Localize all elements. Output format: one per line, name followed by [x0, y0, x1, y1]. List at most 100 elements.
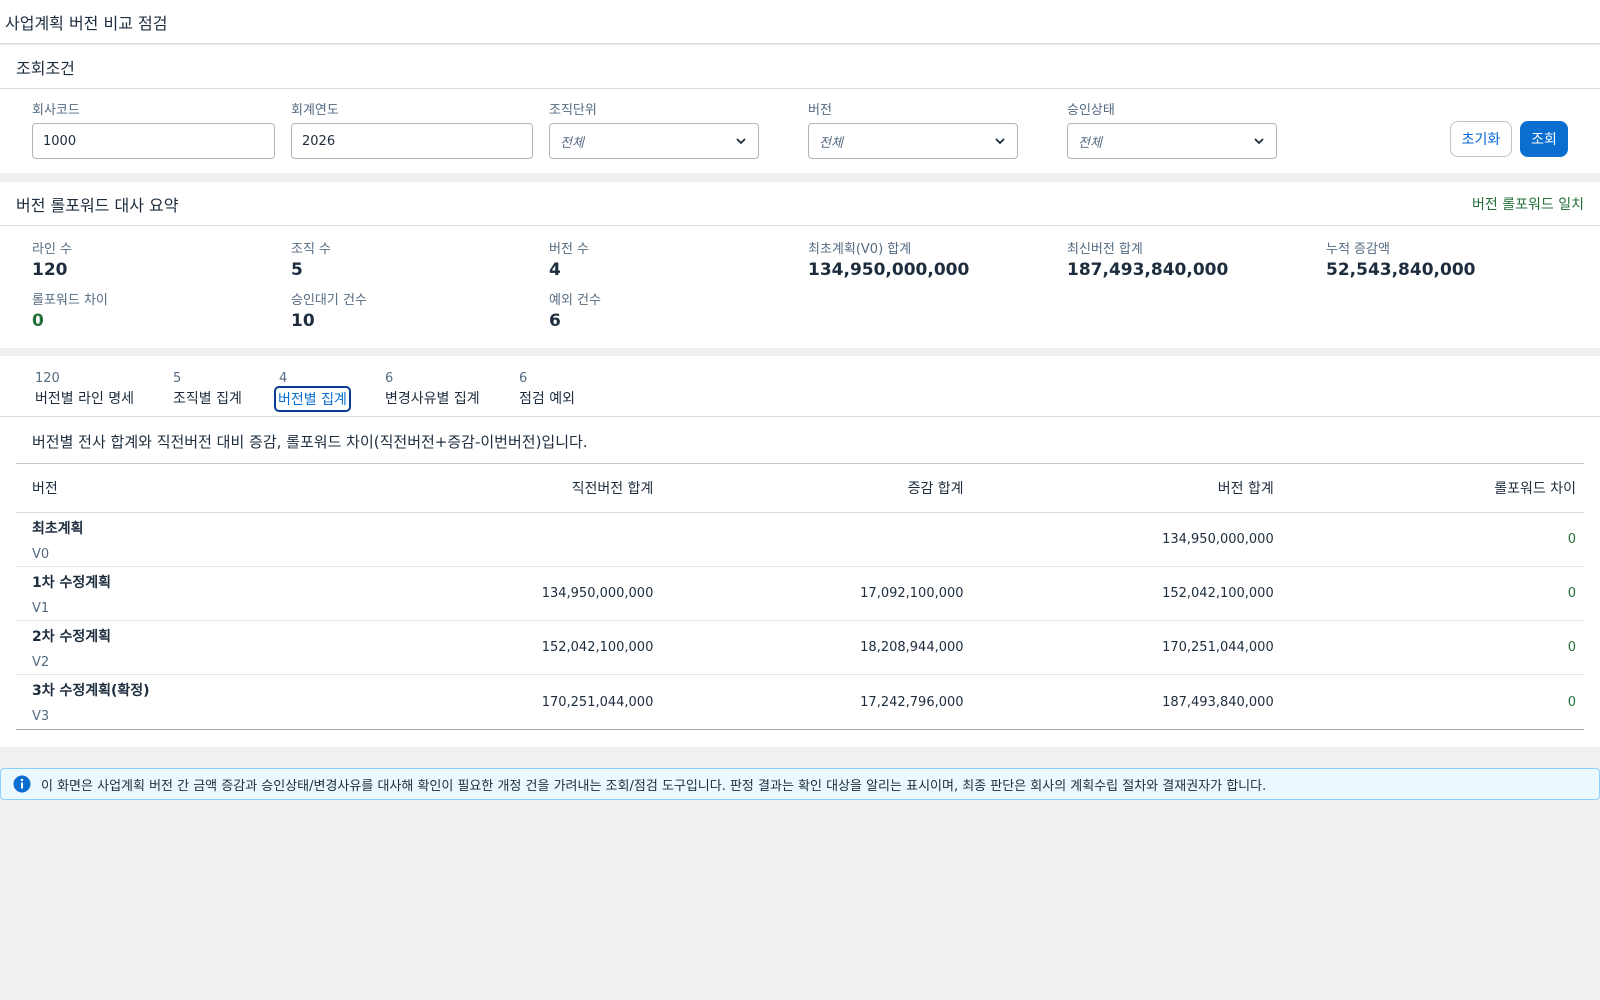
approval-status-value: 전체	[1078, 135, 1102, 151]
tab-reason-summary[interactable]: 6 변경사유별 집계	[385, 371, 480, 408]
version-label: 버전	[808, 103, 832, 118]
version-summary-table: 버전 직전버전 합계 증감 합계 버전 합계 롤포워드 차이 최초계획 V0 1…	[16, 463, 1584, 730]
tab-label: 변경사유별 집계	[385, 391, 480, 407]
delta-total-cell: 18,208,944,000	[860, 640, 964, 655]
kpi-value: 52,543,840,000	[1326, 260, 1476, 280]
summary-title-text: 버전 롤포워드 대사 요약	[16, 195, 179, 215]
tab-version-summary[interactable]: 4 버전별 집계	[274, 371, 353, 424]
kpi-versions: 버전 수 4	[549, 238, 589, 280]
kpi-value: 120	[32, 260, 68, 280]
chevron-down-icon	[1254, 138, 1264, 145]
kpi-label: 누적 증감액	[1326, 242, 1390, 257]
column-header-rollforward-diff[interactable]: 롤포워드 차이	[1274, 478, 1584, 498]
rollforward-status-link[interactable]: 버전 롤포워드 일치	[1472, 194, 1584, 214]
company-code-label: 회사코드	[32, 103, 80, 118]
version-name: 3차 수정계획(확정)	[32, 683, 150, 699]
kpi-value: 187,493,840,000	[1067, 260, 1229, 280]
version-code: V3	[32, 709, 50, 724]
tab-label: 점검 예외	[519, 391, 575, 407]
kpi-value: 6	[549, 311, 561, 331]
tab-count: 120	[35, 371, 60, 386]
reset-button[interactable]: 초기화	[1450, 121, 1512, 157]
approval-status-field: 승인상태 전체	[1067, 99, 1277, 159]
filter-panel-title: 조회조건	[0, 45, 1600, 89]
version-total-cell: 187,493,840,000	[1162, 694, 1274, 710]
kpi-label: 승인대기 건수	[291, 293, 367, 308]
kpi-rollforward-diff: 롤포워드 차이 0	[32, 289, 108, 331]
prev-total-cell: 134,950,000,000	[541, 586, 654, 601]
tab-label: 버전별 라인 명세	[35, 391, 135, 407]
kpi-label: 최신버전 합계	[1067, 242, 1143, 257]
kpi-label: 롤포워드 차이	[32, 293, 108, 308]
table-header: 버전 직전버전 합계 증감 합계 버전 합계 롤포워드 차이	[16, 464, 1584, 513]
kpi-value: 10	[291, 311, 315, 331]
company-code-value: 1000	[43, 133, 77, 149]
table-row[interactable]: 최초계획 V0 134,950,000,000 0	[16, 513, 1584, 567]
rollforward-diff-cell: 0	[1567, 694, 1576, 710]
org-unit-field: 조직단위 전체	[549, 99, 759, 159]
version-summary-panel: 버전별 전사 합계와 직전버전 대비 증감, 롤포워드 차이(직전버전+증감-이…	[0, 417, 1600, 747]
tab-count: 4	[279, 371, 288, 386]
version-name: 1차 수정계획	[32, 574, 112, 591]
column-header-version-total[interactable]: 버전 합계	[964, 478, 1274, 498]
version-total-cell: 134,950,000,000	[1162, 532, 1274, 547]
kpi-pending: 승인대기 건수 10	[291, 289, 367, 331]
kpi-value: 4	[549, 260, 561, 280]
org-unit-value: 전체	[560, 135, 584, 151]
panel-description: 버전별 전사 합계와 직전버전 대비 증감, 롤포워드 차이(직전버전+증감-이…	[32, 433, 588, 451]
tab-label: 조직별 집계	[173, 391, 242, 407]
approval-status-select[interactable]: 전체	[1067, 123, 1277, 159]
kpi-label: 예외 건수	[549, 293, 601, 308]
table-row[interactable]: 3차 수정계획(확정) V3 170,251,044,000 17,242,79…	[16, 675, 1584, 729]
kpi-label: 최초계획(V0) 합계	[808, 242, 912, 257]
rollforward-diff-cell: 0	[1567, 640, 1576, 655]
kpi-latest-total: 최신버전 합계 187,493,840,000	[1067, 238, 1228, 280]
info-icon	[13, 775, 31, 793]
tab-org-summary[interactable]: 5 조직별 집계	[173, 371, 242, 408]
table-row[interactable]: 2차 수정계획 V2 152,042,100,000 18,208,944,00…	[16, 621, 1584, 675]
kpi-label: 라인 수	[32, 242, 73, 257]
filter-panel: 조회조건 회사코드 1000 회계연도 2026 조직단위 전체 버전 전체 승…	[0, 45, 1600, 173]
prev-total-cell: 152,042,100,000	[541, 640, 654, 655]
version-code: V0	[32, 546, 50, 562]
org-unit-select[interactable]: 전체	[549, 123, 759, 159]
version-name: 2차 수정계획	[32, 628, 112, 645]
page-title: 사업계획 버전 비교 점검	[0, 0, 1600, 44]
kpi-label: 버전 수	[549, 242, 590, 257]
version-name: 최초계획	[32, 520, 84, 537]
kpi-cumulative: 누적 증감액 52,543,840,000	[1326, 238, 1476, 280]
tab-count: 6	[519, 371, 528, 386]
rollforward-diff-cell: 0	[1567, 532, 1576, 547]
kpi-orgs: 조직 수 5	[291, 238, 331, 280]
version-cell: 2차 수정계획 V2	[16, 626, 343, 670]
version-select[interactable]: 전체	[808, 123, 1018, 159]
filter-title-text: 조회조건	[16, 58, 75, 78]
column-header-prev-total[interactable]: 직전버전 합계	[343, 478, 654, 498]
version-value: 전체	[819, 135, 843, 151]
fiscal-year-input[interactable]: 2026	[291, 123, 533, 159]
tab-count: 6	[385, 371, 394, 386]
version-cell: 최초계획 V0	[16, 518, 343, 562]
fiscal-year-value: 2026	[302, 133, 336, 149]
tab-count: 5	[173, 371, 182, 386]
tab-label: 버전별 집계	[274, 386, 351, 412]
tab-check-exceptions[interactable]: 6 점검 예외	[519, 371, 575, 408]
column-header-delta-total[interactable]: 증감 합계	[653, 478, 964, 498]
kpi-exceptions: 예외 건수 6	[549, 289, 601, 331]
fiscal-year-field: 회계연도 2026	[291, 99, 533, 159]
table-row[interactable]: 1차 수정계획 V1 134,950,000,000 17,092,100,00…	[16, 567, 1584, 621]
rollforward-diff-cell: 0	[1567, 586, 1576, 601]
tab-bar: 120 버전별 라인 명세 5 조직별 집계 4 버전별 집계 6 변경사유별 …	[0, 356, 1600, 424]
summary-panel-title: 버전 롤포워드 대사 요약 버전 롤포워드 일치	[0, 182, 1600, 226]
kpi-label: 조직 수	[291, 242, 332, 257]
chevron-down-icon	[736, 138, 746, 145]
chevron-down-icon	[995, 138, 1005, 145]
column-header-version[interactable]: 버전	[16, 478, 343, 498]
search-button[interactable]: 조회	[1520, 121, 1568, 157]
delta-total-cell: 17,242,796,000	[860, 694, 964, 710]
company-code-input[interactable]: 1000	[32, 123, 275, 159]
kpi-value: 0	[32, 311, 44, 331]
tab-line-details[interactable]: 120 버전별 라인 명세	[35, 371, 134, 408]
summary-panel: 버전 롤포워드 대사 요약 버전 롤포워드 일치 라인 수 120 조직 수 5…	[0, 182, 1600, 348]
fiscal-year-label: 회계연도	[291, 103, 339, 118]
